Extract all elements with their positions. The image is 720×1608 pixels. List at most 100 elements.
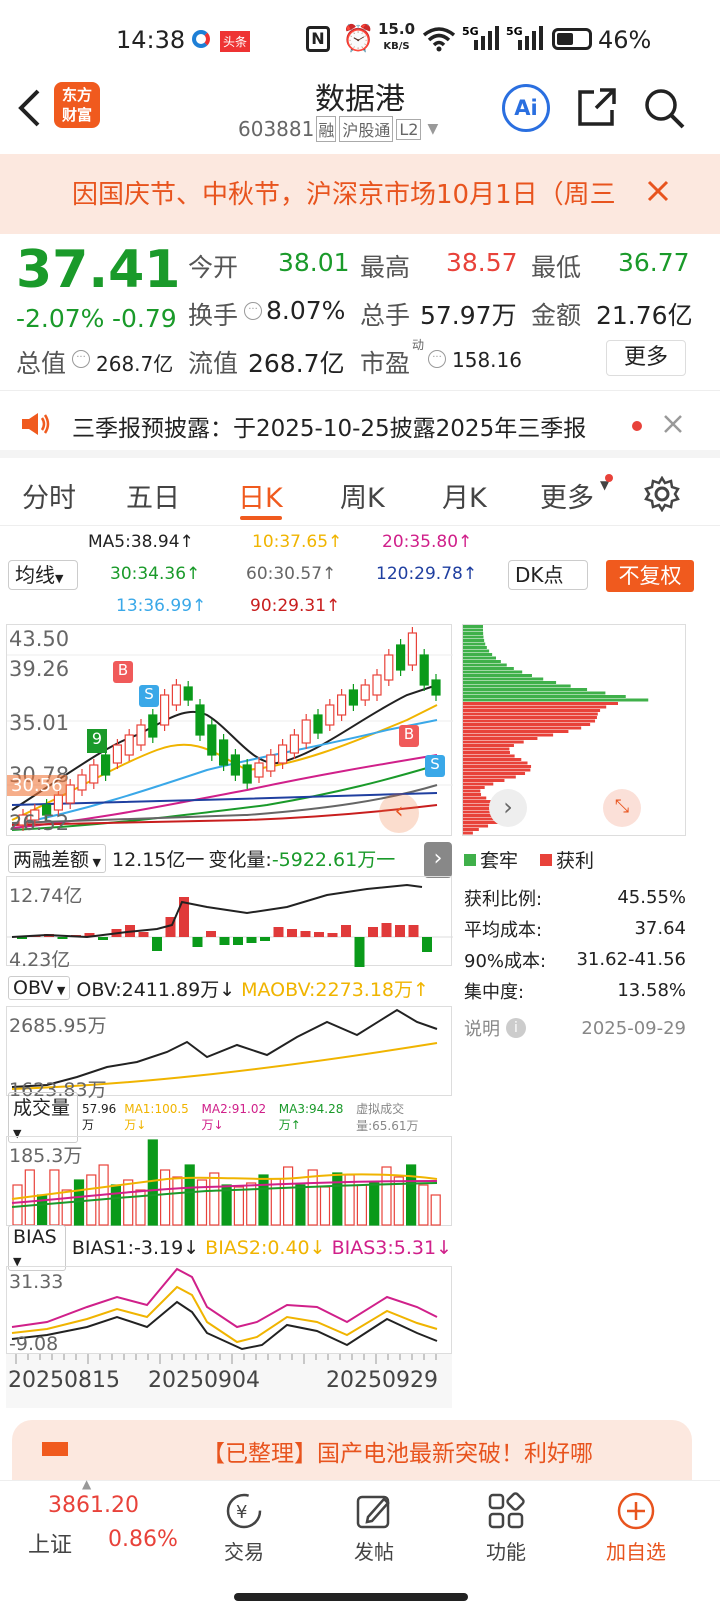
more-button[interactable]: 更多	[606, 340, 686, 376]
margin-top-label: 12.74亿	[9, 885, 83, 907]
tab-yuek[interactable]: 月K	[442, 476, 487, 515]
info-circle-icon: i	[506, 1018, 526, 1038]
chip-distribution[interactable]: › ⤡	[462, 624, 686, 836]
candle	[301, 719, 311, 744]
chip-note[interactable]: 说明 i	[464, 1015, 526, 1041]
chip-bar	[463, 653, 493, 656]
adjust-button[interactable]: 不复权	[606, 560, 694, 592]
volume-selector[interactable]: 成交量 ▼	[8, 1091, 78, 1143]
tab-zhouk[interactable]: 周K	[340, 476, 385, 515]
nav-post[interactable]: 发帖	[324, 1491, 424, 1565]
more-dot	[605, 474, 613, 482]
chip-bar	[463, 782, 494, 786]
chip-stats: 获利比例: 45.55% 平均成本: 37.64 90%成本: 31.62-41.56…	[464, 882, 686, 1050]
margin-value: 12.15亿	[111, 848, 186, 871]
bias-chart[interactable]: 31.33 -9.08	[6, 1266, 452, 1355]
nav-trade[interactable]: ¥ 交易	[194, 1491, 294, 1565]
tab-fenshi[interactable]: 分时	[22, 476, 76, 515]
chip-bar	[463, 744, 514, 747]
chip-bar	[463, 726, 582, 730]
concentration-label: 集中度:	[464, 981, 525, 1003]
candle	[337, 694, 347, 716]
margin-bar	[314, 932, 324, 937]
volume-bar	[332, 1172, 343, 1226]
margin-bar	[408, 925, 419, 937]
candle	[136, 724, 146, 746]
candle	[419, 654, 429, 686]
kline-chart[interactable]: 43.50 39.26 35.01 30.78 26.52 30.56 B S …	[6, 624, 453, 836]
volume-bar	[172, 1176, 183, 1226]
nav-functions[interactable]: 功能	[456, 1491, 556, 1565]
candle	[219, 739, 229, 766]
volume-bar	[49, 1169, 60, 1226]
expand-icon[interactable]: ⤡	[603, 789, 641, 827]
ma90-label: 90:29.31↑	[250, 596, 341, 616]
chip-date: 2025-09-29	[581, 1017, 686, 1039]
info-icon-pe[interactable]: ···	[428, 350, 446, 368]
chip-bar	[463, 688, 588, 691]
margin-selector[interactable]: 两融差额 ▼	[8, 843, 106, 873]
margin-bar	[368, 927, 378, 937]
bias-selector[interactable]: BIAS ▼	[8, 1225, 66, 1271]
vol-ma3: MA3:94.28万↑	[278, 1101, 344, 1132]
scroll-left-icon[interactable]: ‹	[379, 793, 419, 833]
settings-icon[interactable]	[644, 476, 680, 512]
close-announcement-icon[interactable]	[662, 413, 684, 435]
chip-bar	[463, 674, 532, 677]
close-icon[interactable]	[646, 179, 670, 203]
obv-chart[interactable]: 2685.95万 1623.83万	[6, 1006, 452, 1101]
chip-bar	[463, 667, 514, 670]
volume-bar	[295, 1184, 306, 1226]
margin-chart[interactable]: 12.74亿 4.23亿	[6, 876, 453, 971]
search-icon[interactable]	[642, 86, 686, 130]
chip-bar	[463, 670, 523, 674]
open-value: 38.01	[278, 248, 350, 277]
margin-bar	[206, 931, 216, 937]
volume-bar	[356, 1184, 367, 1226]
volume-bar	[110, 1184, 122, 1226]
dk-point-selector[interactable]: DK点	[508, 560, 588, 590]
obv-selector[interactable]: OBV ▼	[8, 976, 71, 1000]
margin-bar	[273, 927, 284, 937]
info-icon-mktcap[interactable]: ···	[72, 350, 90, 368]
holiday-notice[interactable]: 因国庆节、中秋节，沪深京市场10月1日（周三	[0, 154, 720, 234]
nav-add-watchlist[interactable]: 加自选	[586, 1491, 686, 1565]
volume-bar	[307, 1169, 318, 1226]
chip-next-icon[interactable]: ›	[489, 789, 527, 827]
buy-signal[interactable]: B	[113, 661, 133, 683]
candle	[407, 632, 417, 666]
chip-bar	[463, 786, 485, 789]
margin-bar	[57, 937, 68, 939]
collapse-up-icon: ▲	[82, 1477, 92, 1491]
sell-signal-2[interactable]: S	[425, 755, 445, 777]
trapped-swatch	[464, 853, 476, 866]
volume-chart[interactable]: 185.3万	[6, 1136, 452, 1226]
stock-code: 603881	[238, 117, 315, 141]
margin-bar	[341, 925, 351, 937]
tab-more[interactable]: 更多	[540, 476, 594, 515]
candle	[171, 684, 181, 706]
date-end: 20250929	[326, 1368, 438, 1393]
ma-selector[interactable]: 均线▼	[8, 560, 78, 590]
sell-signal[interactable]: S	[139, 685, 159, 707]
tab-rik[interactable]: 日K	[238, 476, 283, 515]
share-icon[interactable]	[576, 86, 618, 128]
ai-button[interactable]: Ai	[502, 84, 550, 132]
expand-right-icon[interactable]: ›	[424, 842, 452, 878]
news-banner[interactable]: 【已整理】国产电池最新突破！利好哪	[12, 1420, 692, 1480]
buy-signal-2[interactable]: B	[399, 725, 419, 747]
info-icon[interactable]: ···	[244, 302, 262, 320]
stock-code-row[interactable]: 603881 融 沪股通 L2 ▼	[238, 116, 438, 142]
net-speed: 15.0 KB/S	[378, 20, 416, 53]
turnover-value: 8.07%	[266, 296, 346, 325]
candle	[384, 654, 394, 681]
index-widget[interactable]: ▲ 3861.20 上证 0.86%	[20, 1477, 190, 1571]
vol-virtual: 虚拟成交量:65.61万	[356, 1102, 419, 1133]
tab-wuri[interactable]: 五日	[126, 476, 180, 515]
announcement-bar[interactable]: 三季报预披露：于2025-10-25披露2025年三季报	[0, 390, 720, 458]
chip-bar	[463, 635, 484, 639]
svg-text:¥: ¥	[236, 1502, 247, 1523]
chip-bar	[463, 677, 544, 681]
alarm-icon: ⏰	[342, 24, 375, 54]
chip-bar	[463, 779, 505, 782]
